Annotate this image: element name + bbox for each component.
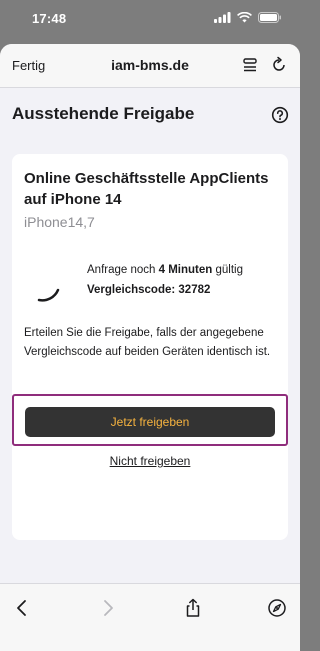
device-title: Online Geschäftsstelle AppClients auf iP… bbox=[24, 170, 269, 208]
deny-link[interactable]: Nicht freigeben bbox=[12, 454, 288, 468]
request-suffix: gültig bbox=[215, 264, 244, 276]
help-icon[interactable] bbox=[271, 106, 289, 124]
battery-icon bbox=[258, 12, 281, 23]
page-title: Ausstehende Freigabe bbox=[12, 104, 195, 123]
nav-bar: Fertig iam-bms.de bbox=[0, 44, 300, 88]
status-bar: 17:48 bbox=[0, 0, 300, 40]
instruction-text: Erteilen Sie die Freigabe, falls der ang… bbox=[24, 327, 271, 358]
share-icon[interactable] bbox=[183, 598, 203, 618]
device-model: iPhone14,7 bbox=[24, 214, 95, 230]
compass-icon[interactable] bbox=[267, 598, 287, 618]
forward-icon[interactable] bbox=[98, 598, 118, 618]
signal-icon bbox=[214, 12, 231, 23]
request-validity: Anfrage noch 4 Minuten gültig bbox=[87, 264, 243, 276]
bottom-toolbar bbox=[0, 583, 300, 651]
approve-button[interactable]: Jetzt freigeben bbox=[25, 407, 275, 437]
back-icon[interactable] bbox=[12, 598, 32, 618]
wifi-icon bbox=[237, 12, 252, 23]
request-duration: 4 Minuten bbox=[158, 264, 213, 276]
comparison-code: Vergleichscode: 32782 bbox=[87, 284, 211, 296]
browser-sheet: Fertig iam-bms.de Ausstehende Freigabe O… bbox=[0, 44, 300, 651]
reader-icon[interactable] bbox=[241, 56, 259, 74]
status-time: 17:48 bbox=[32, 11, 67, 26]
loading-spinner-icon bbox=[37, 288, 60, 302]
status-icons bbox=[214, 12, 282, 23]
approval-card: Online Geschäftsstelle AppClients auf iP… bbox=[12, 154, 288, 540]
request-prefix: Anfrage noch bbox=[87, 264, 156, 276]
reload-icon[interactable] bbox=[270, 56, 288, 74]
